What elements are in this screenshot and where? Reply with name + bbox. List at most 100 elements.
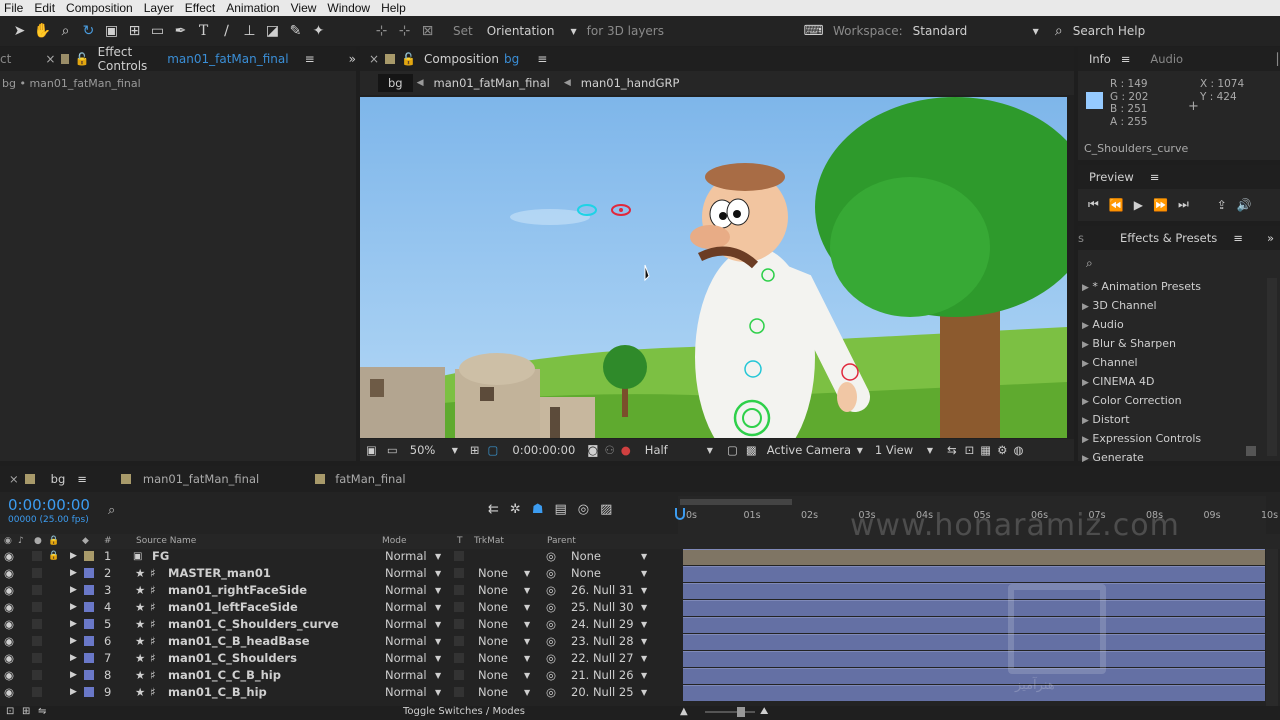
- eye-icon[interactable]: ◉: [4, 616, 14, 633]
- expand-panels-icon[interactable]: »: [349, 52, 356, 66]
- expand-triangle-icon[interactable]: ▶: [70, 582, 77, 599]
- info-tab[interactable]: Info: [1089, 52, 1111, 66]
- camera-tool-icon[interactable]: ▣: [100, 20, 123, 42]
- shy-icon[interactable]: ★: [135, 582, 145, 599]
- expand-triangle-icon[interactable]: ▶: [1082, 340, 1089, 350]
- chevron-down-icon[interactable]: ▼: [524, 616, 530, 633]
- previous-frame-icon[interactable]: ⏪: [1109, 198, 1124, 212]
- chevron-down-icon[interactable]: ▼: [641, 650, 647, 667]
- lock-icon[interactable]: 🔒: [48, 548, 59, 565]
- layer-row[interactable]: ◉ ▶ 3 ★ ♯ man01_rightFaceSide Normal ▼ None ▼ ◎ 26.…: [0, 582, 680, 599]
- eye-icon[interactable]: ◉: [4, 565, 14, 582]
- workspace-dropdown[interactable]: Standard: [913, 24, 1033, 38]
- effects-scrollbar[interactable]: [1267, 278, 1277, 456]
- layer-duration-bar[interactable]: [683, 600, 1265, 616]
- toggle-switches-modes-button[interactable]: Toggle Switches / Modes: [403, 706, 525, 717]
- layer-label-color[interactable]: [84, 687, 94, 697]
- new-bin-icon[interactable]: [1246, 446, 1256, 456]
- chevron-down-icon[interactable]: ▼: [524, 633, 530, 650]
- chevron-down-icon[interactable]: ▼: [641, 633, 647, 650]
- first-frame-icon[interactable]: ⏮: [1088, 197, 1099, 212]
- layer-row[interactable]: ◉ ▶ 8 ★ ♯ man01_C_C_B_hip Normal ▼ None ▼ ◎ 21. Nul…: [0, 667, 680, 684]
- eye-icon[interactable]: ◉: [4, 650, 14, 667]
- layer-mode-dropdown[interactable]: Normal: [385, 565, 427, 582]
- effect-category[interactable]: ▶ Color Correction: [1082, 392, 1201, 411]
- resolution-dropdown[interactable]: Half: [645, 443, 707, 457]
- effect-category[interactable]: ▶ Distort: [1082, 411, 1201, 430]
- preserve-transparency-toggle[interactable]: [454, 568, 464, 578]
- preserve-transparency-toggle[interactable]: [454, 602, 464, 612]
- zoom-out-icon[interactable]: ▲: [680, 706, 688, 717]
- selection-tool-icon[interactable]: ➤: [8, 20, 31, 42]
- audio-tab[interactable]: Audio: [1150, 52, 1183, 66]
- parent-dropdown[interactable]: 26. Null 31: [571, 582, 634, 599]
- layer-label-color[interactable]: [84, 551, 94, 561]
- chevron-down-icon[interactable]: ▼: [435, 650, 441, 667]
- effect-category[interactable]: ▶ CINEMA 4D: [1082, 373, 1201, 392]
- pick-whip-icon[interactable]: ◎: [546, 582, 556, 599]
- layer-row[interactable]: ◉ ▶ 5 ★ ♯ man01_C_Shoulders_curve Normal ▼ None ▼…: [0, 616, 680, 633]
- chevron-down-icon[interactable]: ▼: [641, 684, 647, 701]
- chevron-down-icon[interactable]: ▼: [524, 599, 530, 616]
- layer-name[interactable]: man01_rightFaceSide: [168, 582, 307, 599]
- solo-toggle[interactable]: [32, 670, 42, 680]
- parent-dropdown[interactable]: 20. Null 25: [571, 684, 634, 701]
- fast-previews-icon[interactable]: ⊡: [965, 443, 975, 457]
- solo-toggle[interactable]: [32, 568, 42, 578]
- toggle-pixel-aspect-icon[interactable]: ⇆: [947, 443, 957, 457]
- trkmat-dropdown[interactable]: None: [478, 684, 508, 701]
- brush-tool-icon[interactable]: ∕: [215, 20, 238, 42]
- effects-tab-stub[interactable]: s: [1078, 231, 1084, 245]
- always-preview-icon[interactable]: ▣: [366, 443, 377, 457]
- lock-icon[interactable]: 🔓: [75, 52, 90, 66]
- chevron-down-icon[interactable]: ▼: [641, 616, 647, 633]
- chevron-down-icon[interactable]: ▼: [452, 446, 458, 455]
- lock-icon[interactable]: 🔓: [401, 52, 416, 66]
- chevron-down-icon[interactable]: ▼: [435, 633, 441, 650]
- effects-presets-tab[interactable]: Effects & Presets: [1120, 231, 1217, 245]
- layer-label-color[interactable]: [84, 636, 94, 646]
- shy-icon[interactable]: ★: [135, 667, 145, 684]
- hand-tool-icon[interactable]: ✋: [31, 20, 54, 42]
- layer-row[interactable]: ◉ ▶ 2 ★ ♯ MASTER_man01 Normal ▼ None ▼ ◎ None ▼: [0, 565, 680, 582]
- panel-menu-icon[interactable]: ≡: [1121, 52, 1131, 66]
- layer-label-color[interactable]: [84, 602, 94, 612]
- axis-world-icon[interactable]: ⊹: [393, 20, 416, 42]
- expand-triangle-icon[interactable]: ▶: [70, 548, 77, 565]
- expand-triangle-icon[interactable]: ▶: [1082, 321, 1089, 331]
- parent-dropdown[interactable]: 24. Null 29: [571, 616, 634, 633]
- effect-controls-tab-title[interactable]: Effect Controls: [98, 45, 163, 73]
- pick-whip-icon[interactable]: ◎: [546, 616, 556, 633]
- play-icon[interactable]: ▶: [1134, 198, 1143, 212]
- menu-layer[interactable]: Layer: [140, 1, 181, 15]
- rectangle-tool-icon[interactable]: ▭: [146, 20, 169, 42]
- layer-mode-dropdown[interactable]: Normal: [385, 633, 427, 650]
- chevron-down-icon[interactable]: ▼: [435, 667, 441, 684]
- expand-triangle-icon[interactable]: ▶: [70, 616, 77, 633]
- last-frame-icon[interactable]: ⏭: [1178, 197, 1189, 212]
- expand-triangle-icon[interactable]: ▶: [70, 667, 77, 684]
- trkmat-dropdown[interactable]: None: [478, 565, 508, 582]
- keyboard-icon[interactable]: ⌨: [802, 20, 825, 42]
- puppet-pin-tool-icon[interactable]: ✦: [307, 20, 330, 42]
- expand-triangle-icon[interactable]: ▶: [1082, 378, 1089, 388]
- parent-dropdown[interactable]: 25. Null 30: [571, 599, 634, 616]
- layer-row[interactable]: ◉ ▶ 9 ★ ♯ man01_C_B_hip Normal ▼ None ▼ ◎ 20. Null …: [0, 684, 680, 701]
- effect-category[interactable]: ▶ Audio: [1082, 316, 1201, 335]
- preserve-transparency-toggle[interactable]: [454, 636, 464, 646]
- pick-whip-icon[interactable]: ◎: [546, 599, 556, 616]
- eye-icon[interactable]: ◉: [4, 667, 14, 684]
- timeline-tab-fatman-final[interactable]: fatMan_final: [335, 472, 405, 486]
- orientation-dropdown[interactable]: Orientation: [487, 24, 555, 38]
- expand-triangle-icon[interactable]: ▶: [1082, 397, 1089, 407]
- layer-row[interactable]: ◉ ▶ 4 ★ ♯ man01_leftFaceSide Normal ▼ None ▼ ◎ 25. …: [0, 599, 680, 616]
- header-source-name[interactable]: Source Name: [136, 536, 196, 546]
- chevron-down-icon[interactable]: ▼: [435, 684, 441, 701]
- panel-menu-icon[interactable]: ≡: [305, 52, 315, 66]
- preserve-transparency-toggle[interactable]: [454, 585, 464, 595]
- layer-duration-bar[interactable]: [683, 685, 1265, 701]
- view-layout-dropdown[interactable]: 1 View: [875, 443, 927, 457]
- rotation-tool-icon[interactable]: ↻: [77, 20, 100, 42]
- audio-icon[interactable]: 🔊: [1237, 198, 1252, 212]
- flowchart-icon[interactable]: ⚙: [997, 443, 1007, 457]
